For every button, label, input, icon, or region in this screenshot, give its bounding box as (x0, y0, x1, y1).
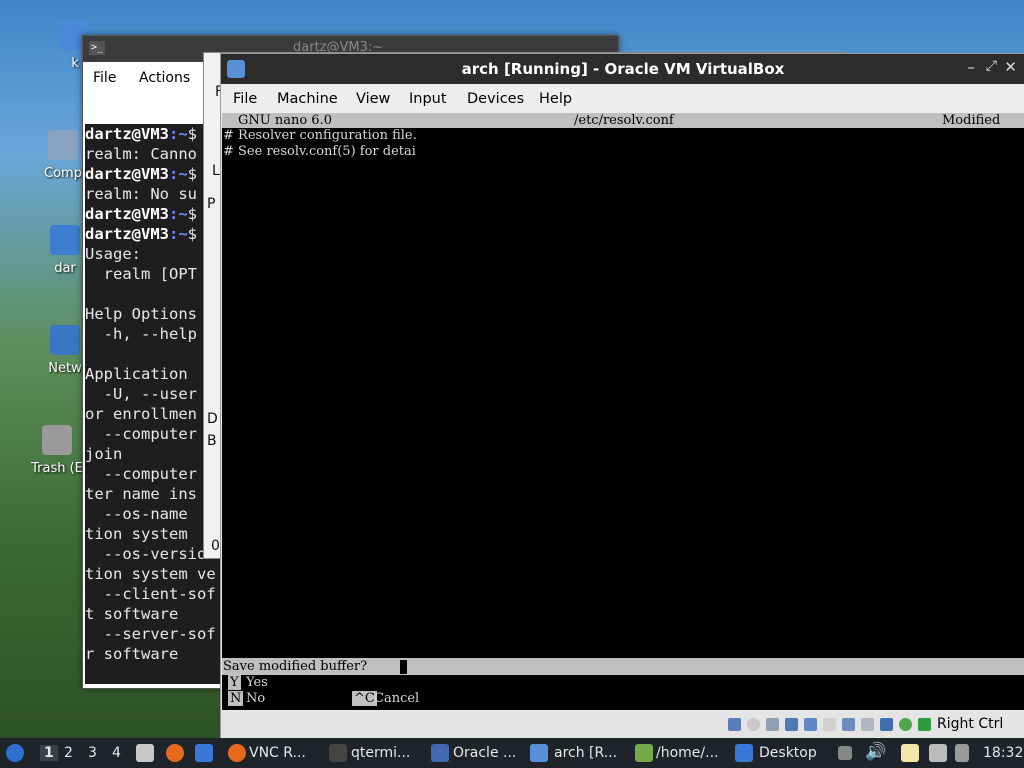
task-home-folder[interactable]: /home/... (656, 745, 718, 761)
desktop-icon-label: Comp (44, 166, 82, 181)
folder-icon (635, 744, 653, 762)
hard-disk-icon[interactable] (728, 718, 741, 731)
task-vnc[interactable]: VNC R... (249, 745, 306, 761)
workspace-4[interactable]: 4 (112, 745, 121, 761)
virtualbox-window[interactable]: arch [Running] - Oracle VM VirtualBox – … (220, 53, 1024, 740)
mouse-integration-icon[interactable] (899, 718, 912, 731)
cpu-icon[interactable] (880, 718, 893, 731)
terminal-icon (329, 744, 347, 762)
prompt-symbol: $ (187, 205, 198, 223)
file-manager-launcher-icon[interactable] (136, 744, 154, 762)
prompt-path: :~ (169, 205, 188, 223)
clipboard-icon[interactable] (901, 744, 919, 762)
audio-icon[interactable] (766, 718, 779, 731)
prompt-user: dartz@VM3 (85, 165, 169, 183)
desktop-icon-label: Trash (E (31, 461, 83, 476)
eject-icon[interactable] (838, 746, 852, 760)
text-cursor (400, 660, 407, 674)
nano-option-cancel[interactable]: Cancel (374, 691, 419, 706)
desktop-icon-label: Netw (48, 361, 82, 376)
recording-icon[interactable] (861, 718, 874, 731)
vbox-titlebar[interactable]: arch [Running] - Oracle VM VirtualBox – … (221, 54, 1024, 84)
desktop-icon-label: k (71, 56, 79, 71)
restore-icon[interactable]: ⤢ (986, 58, 997, 74)
vbox-menu-machine[interactable]: Machine (277, 91, 338, 107)
battery-icon[interactable] (955, 744, 969, 762)
vbox-menu-input[interactable]: Input (409, 91, 447, 107)
network-adapter-icon[interactable] (785, 718, 798, 731)
nano-key-yes: Y (228, 675, 241, 690)
home-folder-icon (50, 225, 80, 255)
computer-icon (48, 130, 78, 160)
firefox-icon (228, 744, 246, 762)
shared-folder-icon[interactable] (823, 718, 836, 731)
vbox-menubar: File Machine View Input Devices Help (221, 84, 1024, 113)
nano-prompt-text: Save modified buffer? (223, 659, 372, 674)
nano-modified-status: Modified (942, 113, 1001, 128)
nano-option-yes[interactable]: Yes (246, 675, 268, 690)
vbox-menu-help[interactable]: Help (539, 91, 572, 107)
network-status-icon[interactable] (929, 744, 947, 762)
nano-text-line: # See resolv.conf(5) for detai (223, 144, 416, 159)
prompt-path: :~ (169, 165, 188, 183)
terminal-app-icon: >_ (89, 41, 105, 55)
task-qterminal[interactable]: qtermi... (351, 745, 410, 761)
minimize-icon[interactable]: – (968, 58, 976, 76)
clock[interactable]: 18:32 (983, 745, 1023, 761)
prompt-symbol: $ (187, 125, 198, 143)
vm-guest-screen[interactable]: GNU nano 6.0 /etc/resolv.conf Modified #… (222, 113, 1024, 710)
prompt-user: dartz@VM3 (85, 205, 169, 223)
taskbar: 1 2 3 4 VNC R... qtermi... Oracle ... ar… (0, 738, 1024, 768)
window-fragment: D (207, 411, 218, 427)
virtualbox-icon (530, 744, 548, 762)
prompt-user: dartz@VM3 (85, 125, 169, 143)
prompt-symbol: $ (187, 165, 198, 183)
start-menu-icon[interactable] (6, 744, 24, 762)
oracle-icon (431, 744, 449, 762)
keyboard-capture-icon[interactable] (918, 718, 931, 731)
vbox-statusbar: Right Ctrl (221, 711, 1024, 739)
vbox-menu-view[interactable]: View (356, 91, 390, 107)
vbox-menu-file[interactable]: File (233, 91, 257, 107)
nano-key-no: N (228, 691, 244, 706)
window-fragment: B (207, 433, 217, 449)
firefox-launcher-icon[interactable] (166, 744, 184, 762)
optical-drive-icon[interactable] (747, 718, 760, 731)
prompt-user: dartz@VM3 (85, 225, 169, 243)
show-desktop-icon[interactable] (195, 744, 213, 762)
prompt-path: :~ (169, 125, 188, 143)
desktop-icon-label: dar (54, 261, 76, 276)
terminal-menu-file[interactable]: File (93, 70, 116, 86)
trash-icon (42, 425, 72, 455)
workspace-1[interactable]: 1 (40, 745, 58, 761)
network-icon (50, 325, 80, 355)
task-oracle[interactable]: Oracle ... (453, 745, 516, 761)
vbox-menu-devices[interactable]: Devices (467, 91, 524, 107)
task-desktop[interactable]: Desktop (759, 745, 817, 761)
desktop-folder-icon (735, 744, 753, 762)
usb-icon[interactable] (804, 718, 817, 731)
nano-header-bar: GNU nano 6.0 /etc/resolv.conf Modified (222, 113, 1024, 128)
window-fragment: L (212, 163, 220, 179)
display-icon[interactable] (842, 718, 855, 731)
host-key-label: Right Ctrl (937, 716, 1004, 732)
close-icon[interactable]: ✕ (1004, 58, 1017, 76)
window-fragment: 0 (211, 538, 220, 554)
workspace-3[interactable]: 3 (88, 745, 97, 761)
terminal-menu-actions[interactable]: Actions (139, 70, 190, 86)
volume-icon[interactable]: 🔊 (865, 742, 886, 762)
vbox-title: arch [Running] - Oracle VM VirtualBox (461, 60, 785, 78)
workspace-2[interactable]: 2 (64, 745, 73, 761)
nano-filename: /etc/resolv.conf (574, 113, 674, 128)
window-fragment: P (207, 196, 216, 212)
nano-option-no[interactable]: No (246, 691, 265, 706)
nano-text-line: # Resolver configuration file. (223, 128, 417, 143)
prompt-path: :~ (169, 225, 188, 243)
task-arch[interactable]: arch [R... (554, 745, 617, 761)
prompt-symbol: $ (187, 225, 198, 243)
nano-save-prompt[interactable]: Save modified buffer? (222, 658, 1024, 675)
nano-app-name: GNU nano 6.0 (238, 113, 332, 128)
